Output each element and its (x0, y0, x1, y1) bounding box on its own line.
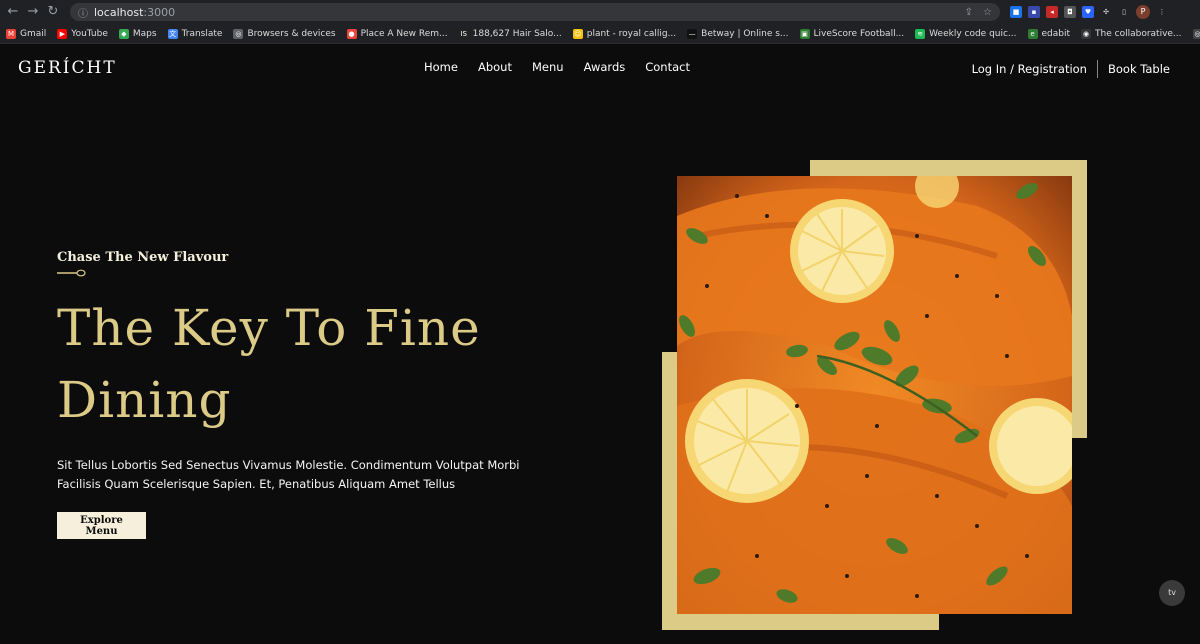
bookmark-favicon-icon: 文 (167, 28, 178, 39)
bookmark-item[interactable]: ● Place A New Rem... (346, 28, 448, 39)
bookmark-item[interactable]: M Gmail (6, 28, 47, 39)
bookmark-item[interactable]: ☺ plant - royal callig... (572, 28, 677, 39)
bookmark-label: plant - royal callig... (586, 28, 677, 39)
chat-widget-button[interactable]: tv (1159, 580, 1185, 606)
bookmark-item[interactable]: — Betway | Online s... (687, 28, 789, 39)
hero-description: Sit Tellus Lobortis Sed Senectus Vivamus… (57, 458, 520, 491)
bookmark-item[interactable]: ◆ Maps (118, 28, 157, 39)
extension-icons: ■ ▪ ◂ ◘ ♥ ✣ ▯ P ⋮ (1010, 5, 1168, 19)
book-table-link[interactable]: Book Table (1108, 62, 1170, 76)
login-link[interactable]: Log In / Registration (972, 62, 1097, 76)
bookmark-item[interactable]: e edabit (1027, 28, 1071, 39)
puzzle-icon[interactable]: ✣ (1100, 6, 1112, 18)
bookmark-item[interactable]: ▶ YouTube (57, 28, 108, 39)
bookmark-favicon-icon: IS (458, 28, 469, 39)
sidebar-icon[interactable]: ▯ (1118, 6, 1130, 18)
extension-icon[interactable]: ♥ (1082, 6, 1094, 18)
reload-icon[interactable]: ↻ (46, 0, 60, 24)
bookmark-favicon-icon: ≋ (915, 28, 926, 39)
url-host: localhost (94, 5, 144, 19)
bookmark-favicon-icon: ▣ (799, 28, 810, 39)
profile-avatar[interactable]: P (1136, 5, 1150, 19)
bookmark-label: edabit (1041, 28, 1071, 39)
hero-title: The Key To Fine Dining (57, 299, 481, 429)
bookmark-favicon-icon: ◉ (1081, 28, 1092, 39)
star-icon[interactable]: ☆ (983, 7, 992, 18)
explore-menu-button[interactable]: Explore Menu (57, 512, 146, 539)
extension-icon[interactable]: ■ (1010, 6, 1022, 18)
bookmark-item[interactable]: ◎ Browsers & devices (233, 28, 336, 39)
bookmark-item[interactable]: ◉ The collaborative... (1081, 28, 1182, 39)
bookmark-favicon-icon: — (687, 28, 698, 39)
extension-icon[interactable]: ◘ (1064, 6, 1076, 18)
browser-toolbar: ← → ↻ ⓘ localhost:3000 ⇪ ☆ ■ ▪ ◂ ◘ ♥ ✣ ▯… (0, 0, 1200, 24)
nav-contact[interactable]: Contact (645, 60, 690, 74)
bookmark-label: LiveScore Football... (813, 28, 905, 39)
bookmark-item[interactable]: IS 188,627 Hair Salo... (458, 28, 562, 39)
bookmarks-bar: M Gmail ▶ YouTube ◆ Maps 文 Translate ◎ Browsers &… (0, 24, 1200, 44)
bookmark-favicon-icon: ◎ (233, 28, 244, 39)
forward-icon[interactable]: → (26, 0, 40, 24)
bookmark-item[interactable]: ≋ Weekly code quic... (915, 28, 1017, 39)
bookmark-label: Place A New Rem... (360, 28, 448, 39)
share-icon[interactable]: ⇪ (965, 7, 973, 18)
bookmark-item[interactable]: ▣ LiveScore Football... (799, 28, 905, 39)
bookmark-label: Weekly code quic... (929, 28, 1017, 39)
bookmark-item[interactable]: ◎Replit (1192, 28, 1200, 39)
nav-home[interactable]: Home (424, 60, 458, 74)
bookmark-favicon-icon: ▶ (57, 28, 68, 39)
bookmark-favicon-icon: ● (346, 28, 357, 39)
bookmark-label: The collaborative... (1095, 28, 1182, 39)
bookmark-label: YouTube (71, 28, 108, 39)
main-nav: Home About Menu Awards Contact (424, 60, 690, 74)
nav-about[interactable]: About (478, 60, 512, 74)
bookmark-favicon-icon: ◎ (1192, 28, 1200, 39)
bookmark-label: Betway | Online s... (701, 28, 789, 39)
nav-menu[interactable]: Menu (532, 60, 564, 74)
bookmark-favicon-icon: M (6, 28, 16, 39)
bookmark-item[interactable]: 文 Translate (167, 28, 223, 39)
browser-nav-buttons: ← → ↻ (0, 0, 66, 24)
extension-icon[interactable]: ◂ (1046, 6, 1058, 18)
menu-dots-icon[interactable]: ⋮ (1156, 6, 1168, 18)
site-header: GERÍCHT Home About Menu Awards Contact L… (0, 44, 1200, 92)
header-divider (1096, 60, 1098, 78)
bookmark-favicon-icon: ☺ (572, 28, 583, 39)
url-port: :3000 (143, 5, 176, 19)
site-logo[interactable]: GERÍCHT (18, 58, 117, 78)
info-icon[interactable]: ⓘ (78, 5, 88, 20)
back-icon[interactable]: ← (6, 0, 20, 24)
bookmark-favicon-icon: e (1027, 28, 1038, 39)
bookmark-label: Browsers & devices (247, 28, 336, 39)
bookmark-label: Gmail (20, 28, 47, 39)
hero-food-image (677, 176, 1072, 614)
bookmark-label: 188,627 Hair Salo... (472, 28, 562, 39)
extension-icon[interactable]: ▪ (1028, 6, 1040, 18)
hero-subtitle: Chase The New Flavour (57, 250, 229, 265)
address-bar[interactable]: ⓘ localhost:3000 ⇪ ☆ (70, 3, 1000, 21)
bookmark-label: Translate (181, 28, 223, 39)
bookmark-favicon-icon: ◆ (118, 28, 129, 39)
bookmark-label: Maps (132, 28, 157, 39)
nav-awards[interactable]: Awards (584, 60, 626, 74)
header-actions: Log In / Registration Book Table (972, 60, 1170, 78)
spoon-icon (57, 269, 86, 277)
